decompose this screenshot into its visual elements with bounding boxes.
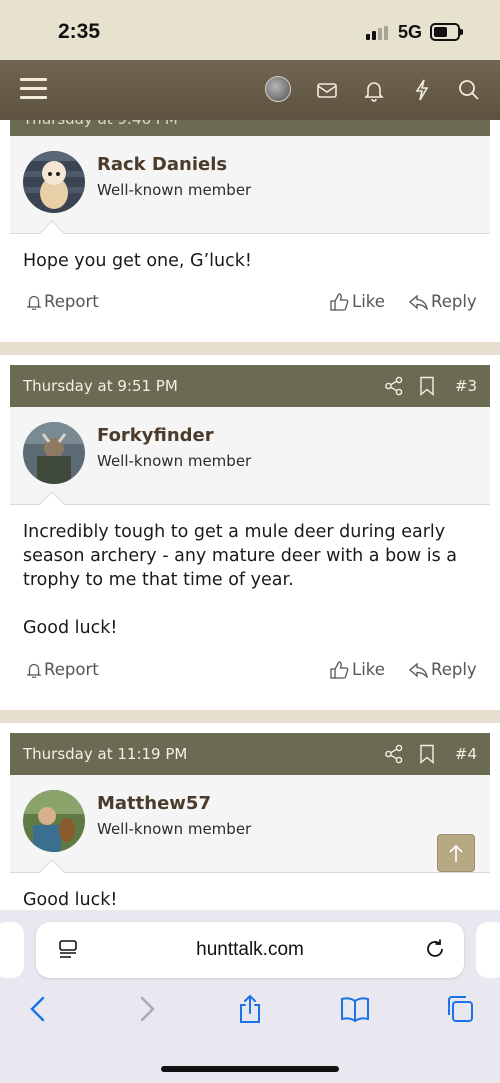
post-number[interactable]: #3 [455, 377, 477, 395]
post-card: Thursday at 9:46 PM Rack Daniels Well-kn… [0, 120, 500, 342]
post-body: Incredibly tough to get a mule deer duri… [23, 520, 483, 664]
browser-toolbar: hunttalk.com [0, 910, 500, 1083]
post-text: Good luck! [23, 618, 118, 638]
reply-icon [409, 294, 428, 310]
reply-icon [409, 662, 428, 678]
avatar[interactable] [23, 422, 85, 484]
user-title: Well-known member [97, 452, 252, 470]
back-icon[interactable] [24, 994, 54, 1024]
reply-button[interactable]: Reply [409, 292, 477, 311]
report-button[interactable]: Report [27, 292, 99, 311]
like-button[interactable]: Like [330, 660, 385, 679]
share-icon[interactable] [235, 994, 265, 1024]
signal-icon [366, 26, 390, 40]
share-icon[interactable] [384, 744, 404, 764]
bolt-icon[interactable] [409, 77, 435, 103]
menu-icon[interactable] [20, 78, 47, 100]
post-body: Hope you get one, G’luck! [23, 249, 483, 297]
status-time: 2:35 [58, 20, 101, 43]
bell-icon[interactable] [361, 77, 387, 103]
post-date[interactable]: Thursday at 11:19 PM [23, 745, 187, 763]
bell-icon [27, 295, 41, 310]
network-type: 5G [398, 22, 423, 42]
post-text: Good luck! [23, 890, 118, 910]
battery-icon [430, 23, 463, 41]
user-title: Well-known member [97, 820, 252, 838]
post-date[interactable]: Thursday at 9:51 PM [23, 377, 178, 395]
report-label: Report [44, 292, 99, 311]
status-bar: 2:35 5G [0, 0, 500, 62]
reply-label: Reply [431, 292, 477, 311]
post-text: Incredibly tough to get a mule deer duri… [23, 522, 458, 590]
next-tab[interactable] [476, 922, 500, 978]
home-indicator [161, 1066, 339, 1072]
post-card: Thursday at 11:19 PM #4 Matthew57 Well-k… [0, 723, 500, 923]
report-button[interactable]: Report [27, 660, 99, 679]
reload-icon[interactable] [424, 938, 446, 960]
url-text[interactable]: hunttalk.com [36, 939, 464, 961]
tabs-icon[interactable] [445, 994, 475, 1024]
account-avatar[interactable] [265, 76, 291, 102]
arrow-up-icon [449, 844, 463, 862]
user-block: Matthew57 Well-known member [10, 775, 490, 885]
thumbs-up-icon [330, 660, 349, 679]
thumbs-up-icon [330, 292, 349, 311]
avatar[interactable] [23, 790, 85, 852]
like-label: Like [352, 292, 385, 311]
post-date: Thursday at 9:46 PM [23, 120, 178, 128]
user-block: Forkyfinder Well-known member [10, 407, 490, 517]
bookmarks-icon[interactable] [340, 994, 370, 1024]
post-card: Thursday at 9:51 PM #3 Forkyfinder Well-… [0, 355, 500, 710]
bookmark-icon[interactable] [419, 376, 435, 396]
app-header [0, 60, 500, 120]
reply-button[interactable]: Reply [409, 660, 477, 679]
post-header-bar: Thursday at 9:51 PM #3 [10, 365, 490, 407]
forward-icon[interactable] [131, 994, 161, 1024]
address-bar[interactable]: hunttalk.com [36, 922, 464, 978]
post-header-bar: Thursday at 11:19 PM #4 [10, 733, 490, 775]
username[interactable]: Forkyfinder [97, 425, 214, 446]
avatar[interactable] [23, 151, 85, 213]
user-block: Rack Daniels Well-known member [10, 136, 490, 246]
like-label: Like [352, 660, 385, 679]
post-text: Hope you get one, G’luck! [23, 251, 252, 271]
user-title: Well-known member [97, 181, 252, 199]
mail-icon[interactable] [314, 77, 340, 103]
like-button[interactable]: Like [330, 292, 385, 311]
scroll-to-top-button[interactable] [437, 834, 475, 872]
post-number[interactable]: #4 [455, 745, 477, 763]
username[interactable]: Matthew57 [97, 793, 211, 814]
username[interactable]: Rack Daniels [97, 154, 227, 175]
share-icon[interactable] [384, 376, 404, 396]
previous-tab[interactable] [0, 922, 24, 978]
bell-icon [27, 663, 41, 678]
post-header-bar: Thursday at 9:46 PM [10, 120, 490, 136]
report-label: Report [44, 660, 99, 679]
bookmark-icon[interactable] [419, 744, 435, 764]
search-icon[interactable] [456, 77, 482, 103]
reply-label: Reply [431, 660, 477, 679]
